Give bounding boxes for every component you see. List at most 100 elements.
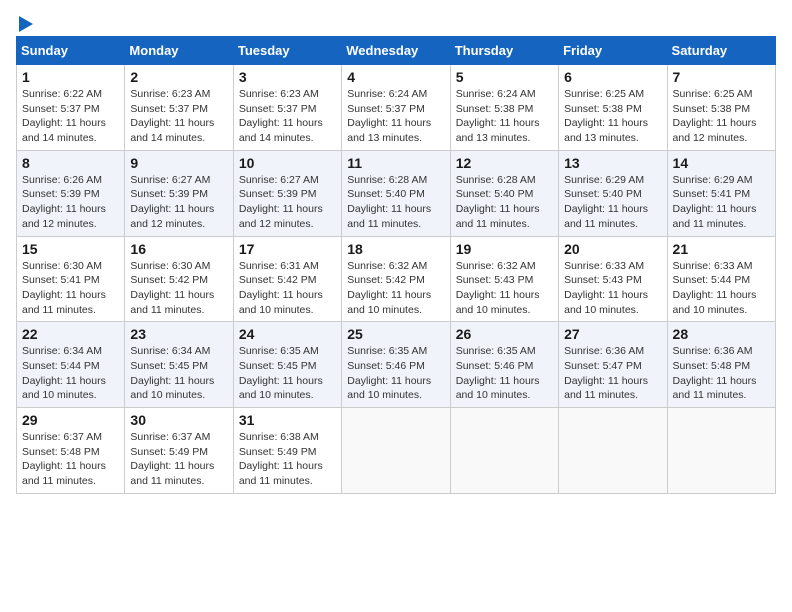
calendar-cell: 14 Sunrise: 6:29 AMSunset: 5:41 PMDayligh… — [667, 150, 775, 236]
calendar-cell: 30Sunrise: 6:37 AMSunset: 5:49 PMDayligh… — [125, 408, 233, 494]
day-info: Sunrise: 6:30 AMSunset: 5:42 PMDaylight:… — [130, 259, 227, 318]
calendar-cell: 20 Sunrise: 6:33 AMSunset: 5:43 PMDayligh… — [559, 236, 667, 322]
day-info: Sunrise: 6:29 AMSunset: 5:40 PMDaylight:… — [564, 173, 661, 232]
day-of-week-header: Thursday — [450, 37, 558, 65]
day-number: 25 — [347, 326, 444, 342]
day-info: Sunrise: 6:27 AMSunset: 5:39 PMDaylight:… — [130, 173, 227, 232]
day-info: Sunrise: 6:29 AMSunset: 5:41 PMDaylight:… — [673, 173, 770, 232]
calendar-cell: 3 Sunrise: 6:23 AMSunset: 5:37 PMDaylight… — [233, 65, 341, 151]
calendar-cell: 4 Sunrise: 6:24 AMSunset: 5:37 PMDaylight… — [342, 65, 450, 151]
calendar-cell: 31 Sunrise: 6:38 AMSunset: 5:49 PMDayligh… — [233, 408, 341, 494]
day-number: 31 — [239, 412, 336, 428]
day-info: Sunrise: 6:34 AMSunset: 5:45 PMDaylight:… — [130, 344, 227, 403]
day-number: 7 — [673, 69, 770, 85]
day-info: Sunrise: 6:35 AMSunset: 5:46 PMDaylight:… — [456, 344, 553, 403]
calendar-cell: 17 Sunrise: 6:31 AMSunset: 5:42 PMDayligh… — [233, 236, 341, 322]
day-info: Sunrise: 6:28 AMSunset: 5:40 PMDaylight:… — [347, 173, 444, 232]
day-number: 21 — [673, 241, 770, 257]
day-number: 5 — [456, 69, 553, 85]
day-number: 6 — [564, 69, 661, 85]
calendar-cell: 13 Sunrise: 6:29 AMSunset: 5:40 PMDayligh… — [559, 150, 667, 236]
day-number: 10 — [239, 155, 336, 171]
day-info: Sunrise: 6:25 AMSunset: 5:38 PMDaylight:… — [564, 87, 661, 146]
calendar-cell: 23 Sunrise: 6:34 AMSunset: 5:45 PMDayligh… — [125, 322, 233, 408]
calendar-cell: 21 Sunrise: 6:33 AMSunset: 5:44 PMDayligh… — [667, 236, 775, 322]
day-number: 30 — [130, 412, 227, 428]
day-number: 15 — [22, 241, 119, 257]
day-info: Sunrise: 6:36 AMSunset: 5:48 PMDaylight:… — [673, 344, 770, 403]
day-info: Sunrise: 6:31 AMSunset: 5:42 PMDaylight:… — [239, 259, 336, 318]
day-number: 23 — [130, 326, 227, 342]
calendar-header-row: SundayMondayTuesdayWednesdayThursdayFrid… — [17, 37, 776, 65]
day-info: Sunrise: 6:34 AMSunset: 5:44 PMDaylight:… — [22, 344, 119, 403]
logo-arrow-icon — [19, 16, 33, 32]
day-of-week-header: Friday — [559, 37, 667, 65]
day-of-week-header: Tuesday — [233, 37, 341, 65]
calendar-week-row: 1 Sunrise: 6:22 AMSunset: 5:37 PMDaylight… — [17, 65, 776, 151]
calendar-week-row: 22Sunrise: 6:34 AMSunset: 5:44 PMDayligh… — [17, 322, 776, 408]
calendar-cell: 22Sunrise: 6:34 AMSunset: 5:44 PMDayligh… — [17, 322, 125, 408]
day-info: Sunrise: 6:26 AMSunset: 5:39 PMDaylight:… — [22, 173, 119, 232]
day-info: Sunrise: 6:38 AMSunset: 5:49 PMDaylight:… — [239, 430, 336, 489]
calendar-cell — [342, 408, 450, 494]
logo — [16, 16, 33, 28]
day-number: 17 — [239, 241, 336, 257]
day-number: 4 — [347, 69, 444, 85]
day-number: 3 — [239, 69, 336, 85]
day-info: Sunrise: 6:37 AMSunset: 5:48 PMDaylight:… — [22, 430, 119, 489]
day-number: 2 — [130, 69, 227, 85]
day-number: 13 — [564, 155, 661, 171]
calendar-cell: 9Sunrise: 6:27 AMSunset: 5:39 PMDaylight… — [125, 150, 233, 236]
calendar-cell — [450, 408, 558, 494]
day-number: 8 — [22, 155, 119, 171]
day-info: Sunrise: 6:28 AMSunset: 5:40 PMDaylight:… — [456, 173, 553, 232]
calendar-cell — [559, 408, 667, 494]
day-info: Sunrise: 6:33 AMSunset: 5:43 PMDaylight:… — [564, 259, 661, 318]
day-number: 1 — [22, 69, 119, 85]
day-number: 16 — [130, 241, 227, 257]
day-info: Sunrise: 6:23 AMSunset: 5:37 PMDaylight:… — [130, 87, 227, 146]
calendar-cell — [667, 408, 775, 494]
calendar-cell: 6 Sunrise: 6:25 AMSunset: 5:38 PMDaylight… — [559, 65, 667, 151]
day-info: Sunrise: 6:36 AMSunset: 5:47 PMDaylight:… — [564, 344, 661, 403]
calendar-cell: 28 Sunrise: 6:36 AMSunset: 5:48 PMDayligh… — [667, 322, 775, 408]
day-info: Sunrise: 6:32 AMSunset: 5:43 PMDaylight:… — [456, 259, 553, 318]
calendar-week-row: 15 Sunrise: 6:30 AMSunset: 5:41 PMDayligh… — [17, 236, 776, 322]
calendar-cell: 8 Sunrise: 6:26 AMSunset: 5:39 PMDaylight… — [17, 150, 125, 236]
day-info: Sunrise: 6:24 AMSunset: 5:38 PMDaylight:… — [456, 87, 553, 146]
day-info: Sunrise: 6:35 AMSunset: 5:45 PMDaylight:… — [239, 344, 336, 403]
day-info: Sunrise: 6:22 AMSunset: 5:37 PMDaylight:… — [22, 87, 119, 146]
calendar-cell: 27Sunrise: 6:36 AMSunset: 5:47 PMDayligh… — [559, 322, 667, 408]
day-number: 18 — [347, 241, 444, 257]
day-of-week-header: Sunday — [17, 37, 125, 65]
calendar-cell: 24 Sunrise: 6:35 AMSunset: 5:45 PMDayligh… — [233, 322, 341, 408]
day-number: 19 — [456, 241, 553, 257]
calendar-cell: 11 Sunrise: 6:28 AMSunset: 5:40 PMDayligh… — [342, 150, 450, 236]
calendar-cell: 12 Sunrise: 6:28 AMSunset: 5:40 PMDayligh… — [450, 150, 558, 236]
day-info: Sunrise: 6:24 AMSunset: 5:37 PMDaylight:… — [347, 87, 444, 146]
day-info: Sunrise: 6:25 AMSunset: 5:38 PMDaylight:… — [673, 87, 770, 146]
calendar-week-row: 29 Sunrise: 6:37 AMSunset: 5:48 PMDayligh… — [17, 408, 776, 494]
day-info: Sunrise: 6:27 AMSunset: 5:39 PMDaylight:… — [239, 173, 336, 232]
calendar-cell: 26 Sunrise: 6:35 AMSunset: 5:46 PMDayligh… — [450, 322, 558, 408]
day-number: 26 — [456, 326, 553, 342]
calendar-cell: 10 Sunrise: 6:27 AMSunset: 5:39 PMDayligh… — [233, 150, 341, 236]
calendar-cell: 16 Sunrise: 6:30 AMSunset: 5:42 PMDayligh… — [125, 236, 233, 322]
calendar-cell: 1 Sunrise: 6:22 AMSunset: 5:37 PMDaylight… — [17, 65, 125, 151]
day-number: 14 — [673, 155, 770, 171]
day-number: 24 — [239, 326, 336, 342]
day-number: 12 — [456, 155, 553, 171]
day-number: 28 — [673, 326, 770, 342]
calendar-week-row: 8 Sunrise: 6:26 AMSunset: 5:39 PMDaylight… — [17, 150, 776, 236]
day-number: 20 — [564, 241, 661, 257]
calendar-cell: 29 Sunrise: 6:37 AMSunset: 5:48 PMDayligh… — [17, 408, 125, 494]
day-info: Sunrise: 6:23 AMSunset: 5:37 PMDaylight:… — [239, 87, 336, 146]
day-info: Sunrise: 6:30 AMSunset: 5:41 PMDaylight:… — [22, 259, 119, 318]
day-number: 29 — [22, 412, 119, 428]
day-number: 11 — [347, 155, 444, 171]
day-of-week-header: Monday — [125, 37, 233, 65]
calendar-cell: 5 Sunrise: 6:24 AMSunset: 5:38 PMDaylight… — [450, 65, 558, 151]
calendar-cell: 7 Sunrise: 6:25 AMSunset: 5:38 PMDaylight… — [667, 65, 775, 151]
day-info: Sunrise: 6:33 AMSunset: 5:44 PMDaylight:… — [673, 259, 770, 318]
day-info: Sunrise: 6:35 AMSunset: 5:46 PMDaylight:… — [347, 344, 444, 403]
